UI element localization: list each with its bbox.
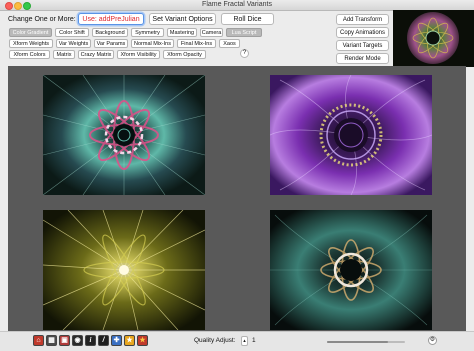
variant-4-image[interactable] xyxy=(270,210,432,330)
category-background[interactable]: Background xyxy=(92,28,128,37)
italic-icon[interactable]: / xyxy=(98,335,109,346)
quality-slider[interactable] xyxy=(327,341,405,343)
change-label: Change One or More: xyxy=(8,16,76,23)
variant-3-image[interactable] xyxy=(43,210,205,330)
category-normal-mix-ins[interactable]: Normal Mix-Ins xyxy=(131,39,174,48)
category-xform-colors[interactable]: Xform Colors xyxy=(9,50,50,59)
category-var-params[interactable]: Var Params xyxy=(94,39,128,48)
grid-icon[interactable]: ▦ xyxy=(46,335,57,346)
category-matrix[interactable]: Matrix xyxy=(53,50,75,59)
category-crazy-matrix[interactable]: Crazy Matrix xyxy=(78,50,114,59)
copy-animations-button[interactable]: Copy Animations xyxy=(336,27,389,38)
star-badge-icon[interactable]: ★ xyxy=(137,335,148,346)
category-xform-weights[interactable]: Xform Weights xyxy=(9,39,53,48)
gallery-icon[interactable]: ▣ xyxy=(59,335,70,346)
quality-value: 1 xyxy=(252,337,256,344)
quality-stepper[interactable]: ▴ xyxy=(241,336,248,346)
category-color-gradient[interactable]: Color Gradient xyxy=(9,28,52,37)
quality-adjust-label: Quality Adjust: xyxy=(194,337,236,344)
quality-slider-fill xyxy=(327,341,388,343)
category-lua-script[interactable]: Lua Script xyxy=(226,28,262,37)
roll-dice-button[interactable]: Roll Dice xyxy=(221,13,274,25)
variant-1-image[interactable] xyxy=(43,75,205,195)
add-transform-button[interactable]: Add Transform xyxy=(336,14,389,25)
category-xform-visibility[interactable]: Xform Visibility xyxy=(117,50,160,59)
home-icon[interactable]: ⌂ xyxy=(33,335,44,346)
variant-targets-button[interactable]: Variant Targets xyxy=(336,40,389,51)
use-variation-button[interactable]: Use: addPreJulian xyxy=(78,13,144,25)
category-camera[interactable]: Camera xyxy=(200,28,223,37)
variants-panel xyxy=(8,66,466,331)
window-title: Flame Fractal Variants xyxy=(202,1,272,8)
puzzle-icon[interactable]: ✚ xyxy=(111,335,122,346)
category-xform-opacity[interactable]: Xform Opacity xyxy=(163,50,206,59)
set-variant-options-button[interactable]: Set Variant Options xyxy=(149,13,216,25)
category-mastering[interactable]: Mastering xyxy=(167,28,197,37)
info-icon[interactable]: i xyxy=(85,335,96,346)
settings-icon[interactable]: ⚙ xyxy=(428,336,437,345)
help-button[interactable]: ? xyxy=(240,49,249,58)
variant-2-image[interactable] xyxy=(270,75,432,195)
render-mode-button[interactable]: Render Mode xyxy=(336,53,389,64)
category-final-mix-ins[interactable]: Final Mix-Ins xyxy=(177,39,216,48)
category-color-shift[interactable]: Color Shift xyxy=(55,28,89,37)
current-flame-thumbnail[interactable] xyxy=(393,10,474,67)
category-symmetry[interactable]: Symmetry xyxy=(131,28,164,37)
star-icon[interactable]: ★ xyxy=(124,335,135,346)
category-var-weights[interactable]: Var Weights xyxy=(56,39,91,48)
category-xaos[interactable]: Xaos xyxy=(219,39,240,48)
eye-icon[interactable]: ◉ xyxy=(72,335,83,346)
